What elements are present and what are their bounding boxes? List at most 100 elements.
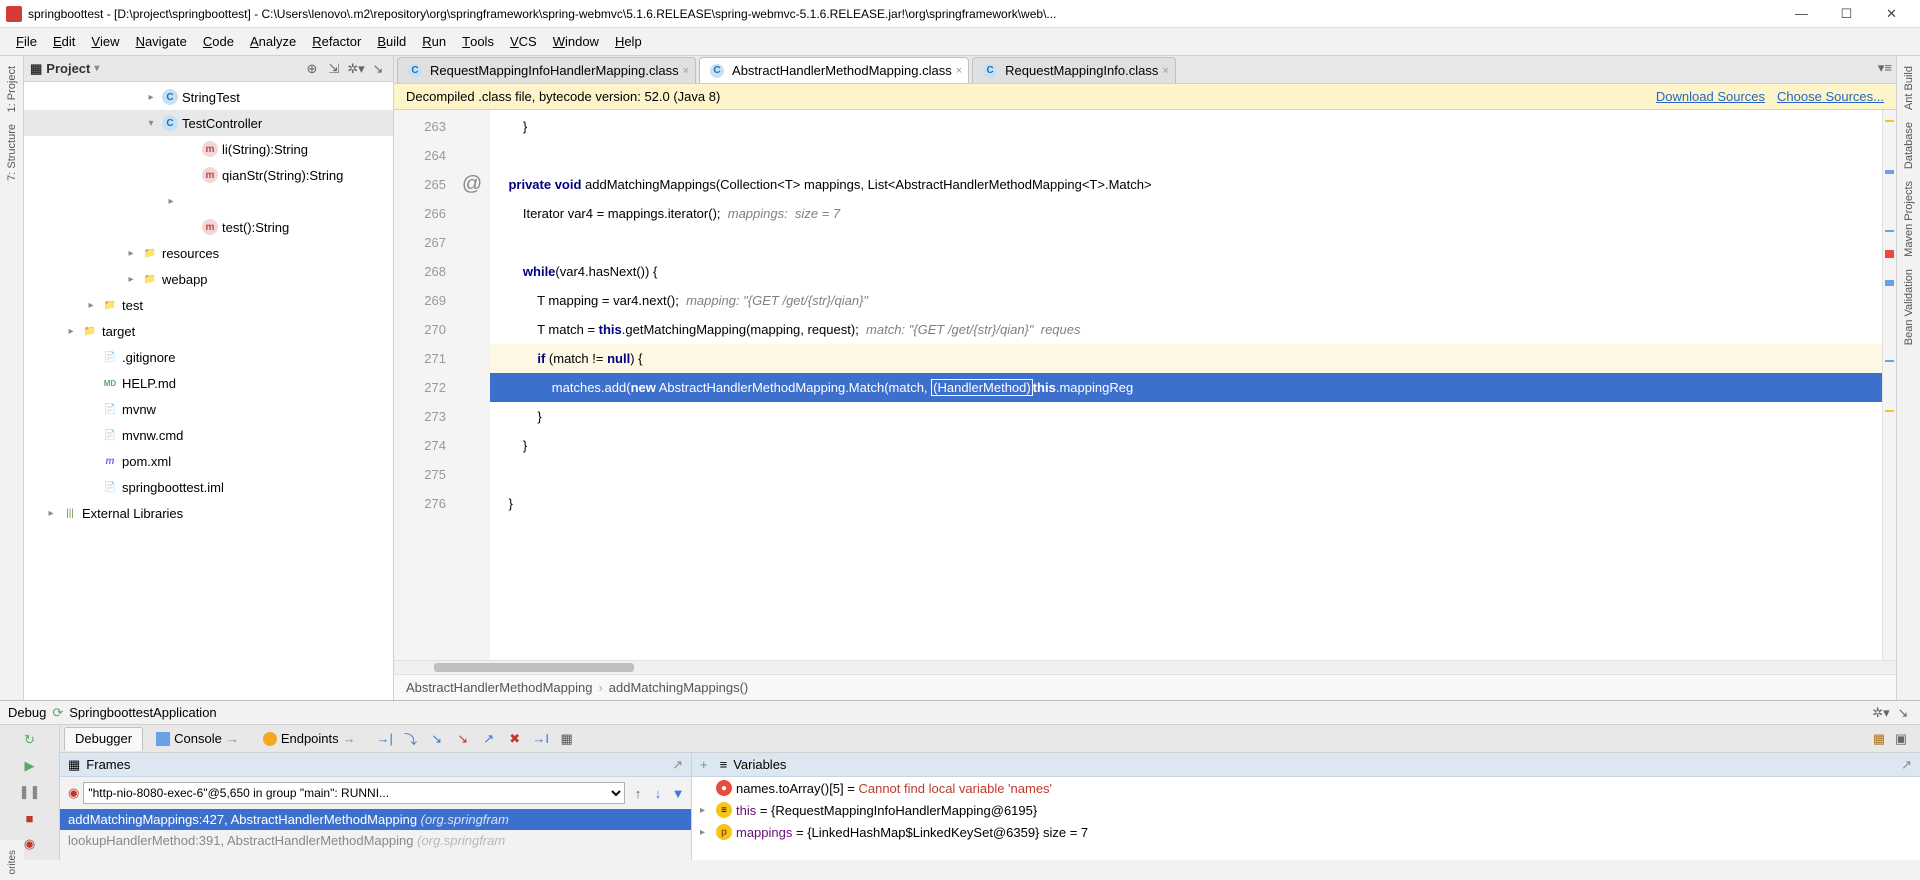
breadcrumb-item[interactable]: AbstractHandlerMethodMapping bbox=[406, 680, 592, 695]
tree-row[interactable]: ▸📁webapp bbox=[24, 266, 393, 292]
tab-close-icon[interactable]: × bbox=[956, 65, 962, 77]
collapse-icon[interactable]: ⇲ bbox=[325, 60, 343, 78]
editor-tab[interactable]: CRequestMappingInfoHandlerMapping.class× bbox=[397, 57, 696, 83]
tree-row[interactable]: ▸📁target bbox=[24, 318, 393, 344]
editor-tab[interactable]: CAbstractHandlerMethodMapping.class× bbox=[699, 57, 969, 83]
tab-endpoints[interactable]: Endpoints→ bbox=[252, 727, 367, 751]
next-frame-icon[interactable]: ↓ bbox=[649, 784, 667, 802]
gutter-db[interactable]: Database bbox=[1903, 116, 1915, 175]
tree-row[interactable]: ▸📁test bbox=[24, 292, 393, 318]
frame-row[interactable]: lookupHandlerMethod:391, AbstractHandler… bbox=[60, 830, 691, 851]
gutter-structure[interactable]: 7: Structure bbox=[6, 118, 18, 187]
choose-sources-link[interactable]: Choose Sources... bbox=[1777, 89, 1884, 104]
horizontal-scrollbar[interactable] bbox=[394, 660, 1896, 674]
new-watch-icon[interactable]: + bbox=[700, 757, 708, 772]
locate-icon[interactable]: ⊕ bbox=[303, 60, 321, 78]
tab-console[interactable]: Console→ bbox=[145, 727, 250, 751]
step-out-icon[interactable]: ↗ bbox=[479, 729, 499, 749]
run-to-cursor-icon[interactable]: →I bbox=[531, 729, 551, 749]
tree-row[interactable]: ▸ bbox=[24, 188, 393, 214]
breadcrumb-item[interactable]: addMatchingMappings() bbox=[609, 680, 748, 695]
tree-row[interactable]: 📄springboottest.iml bbox=[24, 474, 393, 500]
editor-tab[interactable]: CRequestMappingInfo.class× bbox=[972, 57, 1176, 83]
project-title: Project bbox=[46, 61, 90, 76]
gutter-ant[interactable]: Ant Build bbox=[1903, 60, 1915, 116]
tree-row[interactable]: ▸CStringTest bbox=[24, 84, 393, 110]
menu-vcs[interactable]: VCS bbox=[502, 28, 545, 55]
resume-icon[interactable]: ▶ bbox=[19, 755, 41, 777]
download-sources-link[interactable]: Download Sources bbox=[1656, 89, 1765, 104]
menu-build[interactable]: Build bbox=[369, 28, 414, 55]
tree-row[interactable]: ▸📁resources bbox=[24, 240, 393, 266]
project-tree[interactable]: ▸CStringTest▾CTestControllermli(String):… bbox=[24, 82, 393, 700]
tree-row[interactable]: mpom.xml bbox=[24, 448, 393, 474]
menu-analyze[interactable]: Analyze bbox=[242, 28, 304, 55]
close-button[interactable]: ✕ bbox=[1869, 0, 1914, 28]
layout-icon[interactable]: ▦ bbox=[1870, 730, 1888, 748]
frames-restore-icon[interactable]: ↗ bbox=[672, 757, 683, 773]
stop-icon[interactable]: ■ bbox=[19, 807, 41, 829]
menu-edit[interactable]: Edit bbox=[45, 28, 83, 55]
vars-restore-icon[interactable]: ↗ bbox=[1901, 757, 1912, 773]
tree-row[interactable]: mqianStr(String):String bbox=[24, 162, 393, 188]
menu-navigate[interactable]: Navigate bbox=[128, 28, 195, 55]
tab-debugger[interactable]: Debugger bbox=[64, 727, 143, 751]
tree-row[interactable]: MDHELP.md bbox=[24, 370, 393, 396]
variable-row[interactable]: ●names.toArray()[5] = Cannot find local … bbox=[692, 777, 1920, 799]
variable-row[interactable]: ▸≡this = {RequestMappingInfoHandlerMappi… bbox=[692, 799, 1920, 821]
tree-row[interactable]: 📄.gitignore bbox=[24, 344, 393, 370]
frame-list[interactable]: addMatchingMappings:427, AbstractHandler… bbox=[60, 809, 691, 860]
tree-row[interactable]: mtest():String bbox=[24, 214, 393, 240]
drop-frame-icon[interactable]: ✖ bbox=[505, 729, 525, 749]
minimize-button[interactable]: — bbox=[1779, 0, 1824, 28]
menu-window[interactable]: Window bbox=[545, 28, 607, 55]
frame-row[interactable]: addMatchingMappings:427, AbstractHandler… bbox=[60, 809, 691, 830]
editor-scrollbar[interactable] bbox=[1882, 110, 1896, 660]
menu-tools[interactable]: Tools bbox=[454, 28, 502, 55]
filter-frames-icon[interactable]: ▼ bbox=[669, 784, 687, 802]
tree-row[interactable]: mli(String):String bbox=[24, 136, 393, 162]
tab-list-icon[interactable]: ▾≡ bbox=[1878, 60, 1892, 76]
pause-icon[interactable]: ❚❚ bbox=[19, 781, 41, 803]
project-dropdown-icon[interactable]: ▾ bbox=[94, 63, 99, 74]
menu-refactor[interactable]: Refactor bbox=[304, 28, 369, 55]
evaluate-icon[interactable]: ▦ bbox=[557, 729, 577, 749]
code-content[interactable]: } private void addMatchingMappings(Colle… bbox=[490, 110, 1882, 660]
variables-list[interactable]: ●names.toArray()[5] = Cannot find local … bbox=[692, 777, 1920, 860]
rerun-icon[interactable]: ↻ bbox=[19, 729, 41, 751]
tree-row[interactable]: 📄mvnw.cmd bbox=[24, 422, 393, 448]
hide-icon[interactable]: ↘ bbox=[369, 60, 387, 78]
settings-icon[interactable]: ✲▾ bbox=[347, 60, 365, 78]
tab-close-icon[interactable]: × bbox=[683, 65, 689, 77]
thread-selector[interactable]: "http-nio-8080-exec-6"@5,650 in group "m… bbox=[83, 782, 625, 804]
step-into-icon[interactable]: ↘ bbox=[427, 729, 447, 749]
gutter-marks: @ bbox=[454, 110, 490, 660]
gutter-project[interactable]: 1: Project bbox=[6, 60, 18, 118]
menu-help[interactable]: Help bbox=[607, 28, 650, 55]
restore-layout-icon[interactable]: ▣ bbox=[1892, 730, 1910, 748]
favorites-gutter[interactable]: orites bbox=[0, 840, 24, 860]
tab-close-icon[interactable]: × bbox=[1162, 65, 1168, 77]
tree-row[interactable]: 📄mvnw bbox=[24, 396, 393, 422]
show-exec-point-icon[interactable]: →| bbox=[375, 729, 395, 749]
tree-row[interactable]: ▸|||External Libraries bbox=[24, 500, 393, 526]
code-editor[interactable]: 2632642652662672682692702712722732742752… bbox=[394, 110, 1896, 660]
app-icon bbox=[6, 6, 22, 22]
gutter-bean[interactable]: Bean Validation bbox=[1903, 263, 1915, 351]
force-step-into-icon[interactable]: ↘ bbox=[453, 729, 473, 749]
line-gutter: 2632642652662672682692702712722732742752… bbox=[394, 110, 454, 660]
project-header: ▦ Project ▾ ⊕ ⇲ ✲▾ ↘ bbox=[24, 56, 393, 82]
tree-row[interactable]: ▾CTestController bbox=[24, 110, 393, 136]
step-over-icon[interactable]: ⤵ bbox=[401, 729, 421, 749]
menu-file[interactable]: File bbox=[8, 28, 45, 55]
debug-header: Debug ⟳ SpringboottestApplication ✲▾ ↘ bbox=[0, 701, 1920, 725]
menu-view[interactable]: View bbox=[83, 28, 127, 55]
debug-hide-icon[interactable]: ↘ bbox=[1894, 704, 1912, 722]
menu-run[interactable]: Run bbox=[414, 28, 454, 55]
gutter-maven[interactable]: Maven Projects bbox=[1903, 175, 1915, 263]
maximize-button[interactable]: ☐ bbox=[1824, 0, 1869, 28]
variable-row[interactable]: ▸pmappings = {LinkedHashMap$LinkedKeySet… bbox=[692, 821, 1920, 843]
menu-code[interactable]: Code bbox=[195, 28, 242, 55]
prev-frame-icon[interactable]: ↑ bbox=[629, 784, 647, 802]
debug-settings-icon[interactable]: ✲▾ bbox=[1872, 704, 1890, 722]
